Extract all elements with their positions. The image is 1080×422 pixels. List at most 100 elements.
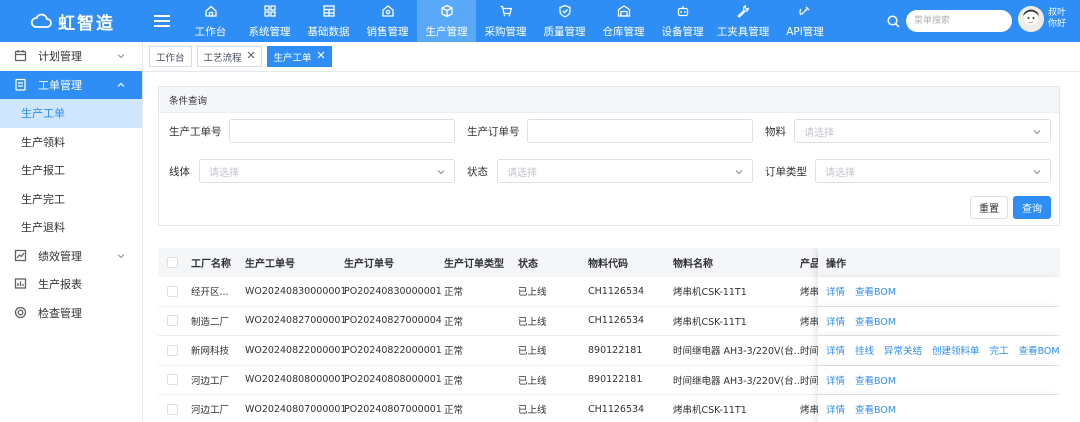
cell-factory: 制造二厂 <box>191 316 230 328</box>
cell-type: 正常 <box>444 316 464 328</box>
action-link[interactable]: 查看BOM <box>855 373 896 387</box>
work-order-table: 工厂名称 生产工单号 生产订单号 生产订单类型 状态 物料代码 物料名称 产品 操作 经开区...… <box>158 248 1060 422</box>
cell-factory: 河边工厂 <box>191 405 230 417</box>
table-row: 经开区... WO20240830000001 PO20240830000001 正常… <box>158 277 1060 307</box>
nav-item-2[interactable]: 基础数据 <box>299 0 358 42</box>
nav-item-4[interactable]: 生产管理 <box>417 0 476 42</box>
table-header: 工厂名称 生产工单号 生产订单号 生产订单类型 状态 物料代码 物料名称 产品 操作 <box>158 248 1060 277</box>
nav-item-6[interactable]: 质量管理 <box>535 0 594 42</box>
action-link[interactable]: 异常关结 <box>884 343 922 357</box>
row-checkbox[interactable] <box>167 403 178 415</box>
sidebar-group-0[interactable]: 计划管理 <box>0 42 142 71</box>
action-link[interactable]: 详情 <box>826 284 845 298</box>
order-type-select[interactable]: 请选择 <box>815 159 1051 183</box>
action-link[interactable]: 详情 <box>826 373 845 387</box>
nav-item-1[interactable]: 系统管理 <box>240 0 299 42</box>
nav-item-3[interactable]: 销售管理 <box>358 0 417 42</box>
row-checkbox[interactable] <box>167 315 178 327</box>
action-link[interactable]: 查看BOM <box>855 314 896 328</box>
cell-code: 890122181 <box>588 374 643 386</box>
tab-1[interactable]: 工艺流程 <box>196 46 262 67</box>
table-row: 河边工厂 WO20240807000001 PO20240807000001 正常 已上… <box>158 395 1060 422</box>
action-link[interactable]: 查看BOM <box>855 402 896 416</box>
action-link[interactable]: 详情 <box>826 314 845 328</box>
filter-panel: 条件查询 生产工单号 生产订单号 物料 请选择 线体 请选择 状态 请选择 订单… <box>158 86 1060 226</box>
nav-item-5[interactable]: 采购管理 <box>476 0 535 42</box>
action-link[interactable]: 详情 <box>826 402 845 416</box>
nav-item-8[interactable]: 设备管理 <box>653 0 712 42</box>
menu-search <box>887 10 1012 32</box>
select-all-checkbox[interactable] <box>167 257 178 268</box>
prod-order-label: 生产订单号 <box>467 126 520 138</box>
action-link[interactable]: 创建领料单 <box>932 343 980 357</box>
prod-order-input[interactable] <box>527 119 753 143</box>
status-select[interactable]: 请选择 <box>497 159 753 183</box>
action-link[interactable]: 完工 <box>990 343 1009 357</box>
wrench-icon <box>736 4 750 24</box>
sidebar-subitem-1[interactable]: 生产领料 <box>0 128 142 157</box>
nav-item-9[interactable]: 工夹具管理 <box>712 0 774 42</box>
nav-item-10[interactable]: API管理 <box>774 0 836 42</box>
sidebar-group-label: 工单管理 <box>38 78 82 92</box>
grid-icon <box>263 4 277 24</box>
action-link[interactable]: 详情 <box>826 343 845 357</box>
sidebar-group-1[interactable]: 工单管理 <box>0 70 142 99</box>
nav-item-label: 工夹具管理 <box>716 25 770 38</box>
close-icon[interactable] <box>247 51 255 62</box>
nav-item-label: 仓库管理 <box>602 25 645 38</box>
work-order-label: 生产工单号 <box>169 126 222 138</box>
nav-item-label: 基础数据 <box>307 25 350 38</box>
menu-search-input[interactable] <box>906 10 1012 32</box>
row-checkbox[interactable] <box>167 374 178 386</box>
column-header: 生产订单类型 <box>444 259 504 270</box>
material-select[interactable]: 请选择 <box>794 119 1051 143</box>
chevron-down-icon <box>437 170 445 175</box>
report-icon <box>14 277 28 291</box>
close-icon[interactable] <box>317 51 325 62</box>
cell-factory: 新网科技 <box>191 346 230 358</box>
material-label: 物料 <box>765 126 786 138</box>
tab-label: 生产工单 <box>273 52 312 64</box>
search-icon[interactable] <box>887 14 900 28</box>
nav-item-label: API管理 <box>786 25 824 38</box>
row-actions: 详情 查看BOM <box>818 277 1060 306</box>
tab-0[interactable]: 工作台 <box>149 46 192 67</box>
cell-type: 正常 <box>444 346 464 358</box>
cell-wo: WO20240830000001 <box>245 285 347 297</box>
line-select[interactable]: 请选择 <box>199 159 455 183</box>
menu-toggle-button[interactable] <box>143 0 181 42</box>
nav-item-7[interactable]: 仓库管理 <box>594 0 653 42</box>
avatar[interactable] <box>1018 6 1044 32</box>
logo[interactable]: 虹智造 <box>0 0 143 42</box>
nav-item-label: 质量管理 <box>543 25 586 38</box>
sidebar-subitem-4[interactable]: 生产退料 <box>0 213 142 242</box>
sidebar-subitem-3[interactable]: 生产完工 <box>0 185 142 214</box>
nav-item-0[interactable]: 工作台 <box>181 0 240 42</box>
work-order-input[interactable] <box>229 119 455 143</box>
user-menu[interactable]: 叔叶 你好 <box>1018 6 1066 32</box>
cell-type: 正常 <box>444 375 464 387</box>
filter-panel-title: 条件查询 <box>159 87 1059 113</box>
sidebar-group-4[interactable]: 检查管理 <box>0 299 142 328</box>
row-checkbox[interactable] <box>167 344 178 356</box>
query-button[interactable]: 查询 <box>1013 196 1051 219</box>
cell-factory: 河边工厂 <box>191 375 230 387</box>
reset-button[interactable]: 重置 <box>970 196 1008 219</box>
column-header: 物料名称 <box>673 259 713 270</box>
tab-2[interactable]: 生产工单 <box>266 46 332 67</box>
nav-item-label: 销售管理 <box>366 25 409 38</box>
sidebar-group-3[interactable]: 生产报表 <box>0 270 142 299</box>
main-content: 条件查询 生产工单号 生产订单号 物料 请选择 线体 请选择 状态 请选择 订单… <box>143 72 1080 422</box>
cell-code: CH1126534 <box>588 315 645 327</box>
action-link[interactable]: 查看BOM <box>855 284 896 298</box>
action-link[interactable]: 查看BOM <box>1019 343 1060 357</box>
sidebar-subitem-2[interactable]: 生产报工 <box>0 156 142 185</box>
status-label: 状态 <box>467 166 488 178</box>
action-link[interactable]: 挂线 <box>855 343 874 357</box>
tab-label: 工作台 <box>156 52 185 64</box>
column-header: 生产订单号 <box>344 259 394 270</box>
sidebar-group-2[interactable]: 绩效管理 <box>0 242 142 271</box>
row-checkbox[interactable] <box>167 285 178 297</box>
sidebar-group-label: 计划管理 <box>38 50 82 64</box>
sidebar-subitem-0[interactable]: 生产工单 <box>0 99 142 128</box>
